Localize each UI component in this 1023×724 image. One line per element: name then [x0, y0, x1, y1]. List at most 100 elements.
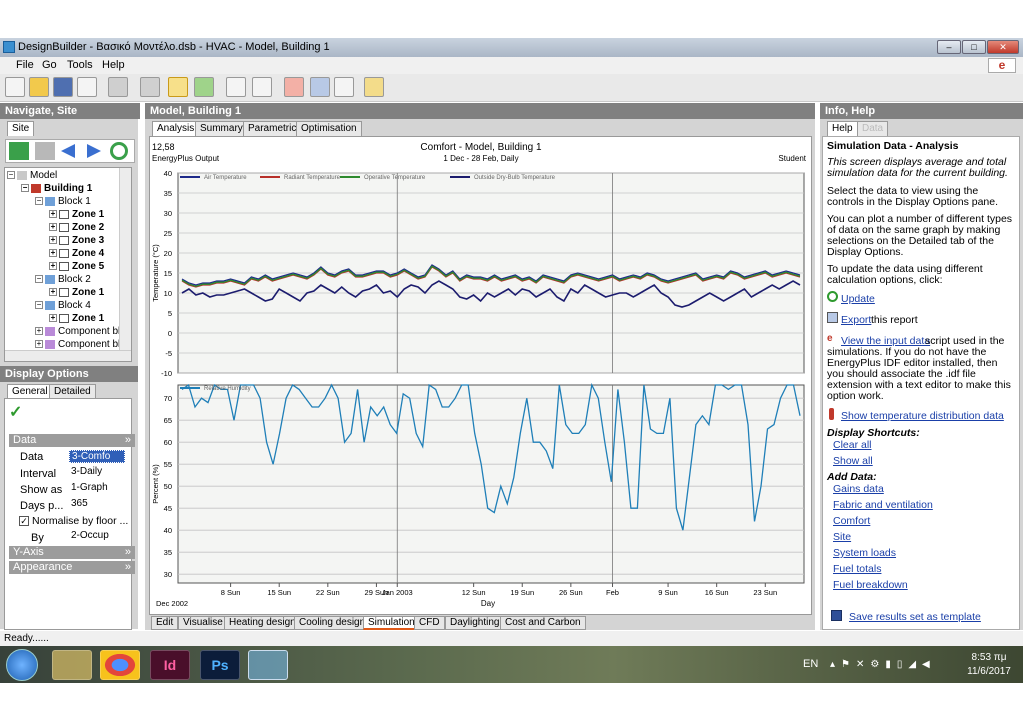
data-select[interactable]: 3-Comfo: [69, 450, 125, 463]
target-icon[interactable]: [284, 77, 304, 97]
back-arrow-icon[interactable]: [61, 144, 75, 158]
refresh-icon[interactable]: [110, 142, 128, 160]
tree-item[interactable]: + Component bl: [35, 339, 120, 350]
tree-item[interactable]: − Building 1: [21, 183, 92, 194]
wizard-icon[interactable]: [364, 77, 384, 97]
tab-cooling-design[interactable]: Cooling design: [294, 616, 371, 630]
export-link[interactable]: Export: [841, 315, 873, 326]
section-appearance[interactable]: Appearance»: [9, 561, 135, 574]
interval-select[interactable]: 3-Daily: [69, 466, 125, 479]
normalise-checkbox[interactable]: ✓: [19, 516, 29, 526]
tab-parametric[interactable]: Parametric: [243, 121, 302, 136]
showas-select[interactable]: 1-Graph: [69, 482, 125, 495]
document-icon[interactable]: [334, 77, 354, 97]
stack-icon[interactable]: [35, 142, 55, 160]
open-folder-icon[interactable]: [29, 77, 49, 97]
maximize-button[interactable]: □: [962, 40, 986, 54]
show-all-link[interactable]: Show all: [833, 456, 893, 467]
tab-data[interactable]: Data: [857, 121, 889, 136]
days-input[interactable]: 365: [69, 498, 125, 511]
temperature-distribution-link[interactable]: Show temperature distribution data: [841, 411, 1017, 422]
save-template-link[interactable]: Save results set as template: [849, 612, 1017, 623]
image-icon[interactable]: [310, 77, 330, 97]
tree-item[interactable]: − Block 2: [35, 274, 91, 285]
tab-simulation[interactable]: Simulation: [363, 616, 420, 630]
tree-item[interactable]: + Zone 5: [49, 261, 104, 272]
save-template-icon: [831, 610, 842, 621]
close-button[interactable]: ✕: [987, 40, 1019, 54]
tab-edit[interactable]: Edit: [151, 616, 179, 630]
chart-analysis-icon[interactable]: [168, 77, 188, 97]
left-pane-header: Navigate, Site: [0, 103, 140, 119]
tab-summary[interactable]: Summary: [195, 121, 248, 136]
section-data[interactable]: Data»: [9, 434, 135, 447]
print-icon[interactable]: [77, 77, 97, 97]
tree-scrollbar[interactable]: [119, 168, 131, 350]
tab-help[interactable]: Help: [827, 121, 858, 136]
edit-icon[interactable]: [108, 77, 128, 97]
update-link[interactable]: Update: [841, 294, 901, 305]
comfort-link[interactable]: Comfort: [833, 516, 953, 527]
tab-site[interactable]: Site: [7, 121, 35, 136]
indesign-icon[interactable]: Id: [150, 650, 190, 680]
language-indicator[interactable]: EN: [803, 658, 818, 670]
clock-time[interactable]: 8:53 πμ: [964, 652, 1014, 663]
photoshop-icon[interactable]: Ps: [200, 650, 240, 680]
temperature-y-tick-label: 35: [164, 189, 172, 198]
tree-hscrollbar[interactable]: [5, 350, 131, 361]
chrome-icon[interactable]: [100, 650, 140, 680]
tree-item[interactable]: + Component bl: [35, 326, 120, 337]
menu-go[interactable]: Go: [42, 59, 57, 71]
gains-data-link[interactable]: Gains data: [833, 484, 953, 495]
tree-item[interactable]: + Zone 4: [49, 248, 104, 259]
site-link[interactable]: Site: [833, 532, 953, 543]
clear-all-link[interactable]: Clear all: [833, 440, 893, 451]
save-icon[interactable]: [53, 77, 73, 97]
menu-tools[interactable]: Tools: [67, 59, 93, 71]
menu-help[interactable]: Help: [102, 59, 125, 71]
tab-general[interactable]: General: [7, 384, 53, 399]
menu-file[interactable]: File: [16, 59, 34, 71]
tab-optimisation[interactable]: Optimisation: [296, 121, 362, 136]
clock-date[interactable]: 11/6/2017: [960, 666, 1018, 677]
temperature-y-tick-label: 20: [164, 249, 172, 258]
system-tray-icons[interactable]: ▴⚑✕⚙▮▯◢◀: [830, 659, 930, 670]
tab-detailed[interactable]: Detailed: [49, 384, 96, 399]
refresh-icon[interactable]: [194, 77, 214, 97]
tree-item[interactable]: + Zone 2: [49, 222, 104, 233]
fabric-ventilation-link[interactable]: Fabric and ventilation: [833, 500, 973, 511]
display-options-panel: ✓ Data» Data 3-Comfo Interval 3-Daily Sh…: [4, 398, 135, 630]
tree-item[interactable]: + Zone 3: [49, 235, 104, 246]
tree-item[interactable]: − Block 1: [35, 196, 91, 207]
tree-item[interactable]: − Model: [7, 170, 57, 181]
designbuilder-taskbar-icon[interactable]: [248, 650, 288, 680]
start-button-icon[interactable]: [6, 649, 38, 681]
humidity-y-axis-label: Percent (%): [151, 464, 160, 504]
list-icon[interactable]: [226, 77, 246, 97]
wrench-icon[interactable]: [140, 77, 160, 97]
explorer-icon[interactable]: [52, 650, 92, 680]
fuel-breakdown-link[interactable]: Fuel breakdown: [833, 580, 953, 591]
tab-analysis[interactable]: Analysis: [152, 121, 200, 136]
go-arrow-icon[interactable]: [9, 142, 29, 160]
system-loads-link[interactable]: System loads: [833, 548, 953, 559]
minimize-button[interactable]: –: [937, 40, 961, 54]
help-panel: Simulation Data - Analysis This screen d…: [822, 136, 1020, 630]
by-select[interactable]: 2-Occup: [69, 530, 125, 543]
tab-visualise[interactable]: Visualise: [178, 616, 228, 630]
tree-item[interactable]: + Zone 1: [49, 209, 104, 220]
tab-daylighting[interactable]: Daylighting: [445, 616, 505, 630]
tree-item[interactable]: + Zone 1: [49, 287, 104, 298]
grid-icon[interactable]: [252, 77, 272, 97]
tree-item[interactable]: − Block 4: [35, 300, 91, 311]
tree-item[interactable]: + Zone 1: [49, 313, 104, 324]
section-y-axis[interactable]: Y-Axis»: [9, 546, 135, 559]
tab-cfd[interactable]: CFD: [414, 616, 445, 630]
fuel-totals-link[interactable]: Fuel totals: [833, 564, 953, 575]
forward-arrow-icon[interactable]: [87, 144, 101, 158]
new-file-icon[interactable]: [5, 77, 25, 97]
thermometer-icon: [829, 408, 834, 420]
apply-check-icon[interactable]: ✓: [9, 405, 27, 421]
tab-heating-design[interactable]: Heating design: [224, 616, 301, 630]
tab-cost-and-carbon[interactable]: Cost and Carbon: [500, 616, 586, 630]
